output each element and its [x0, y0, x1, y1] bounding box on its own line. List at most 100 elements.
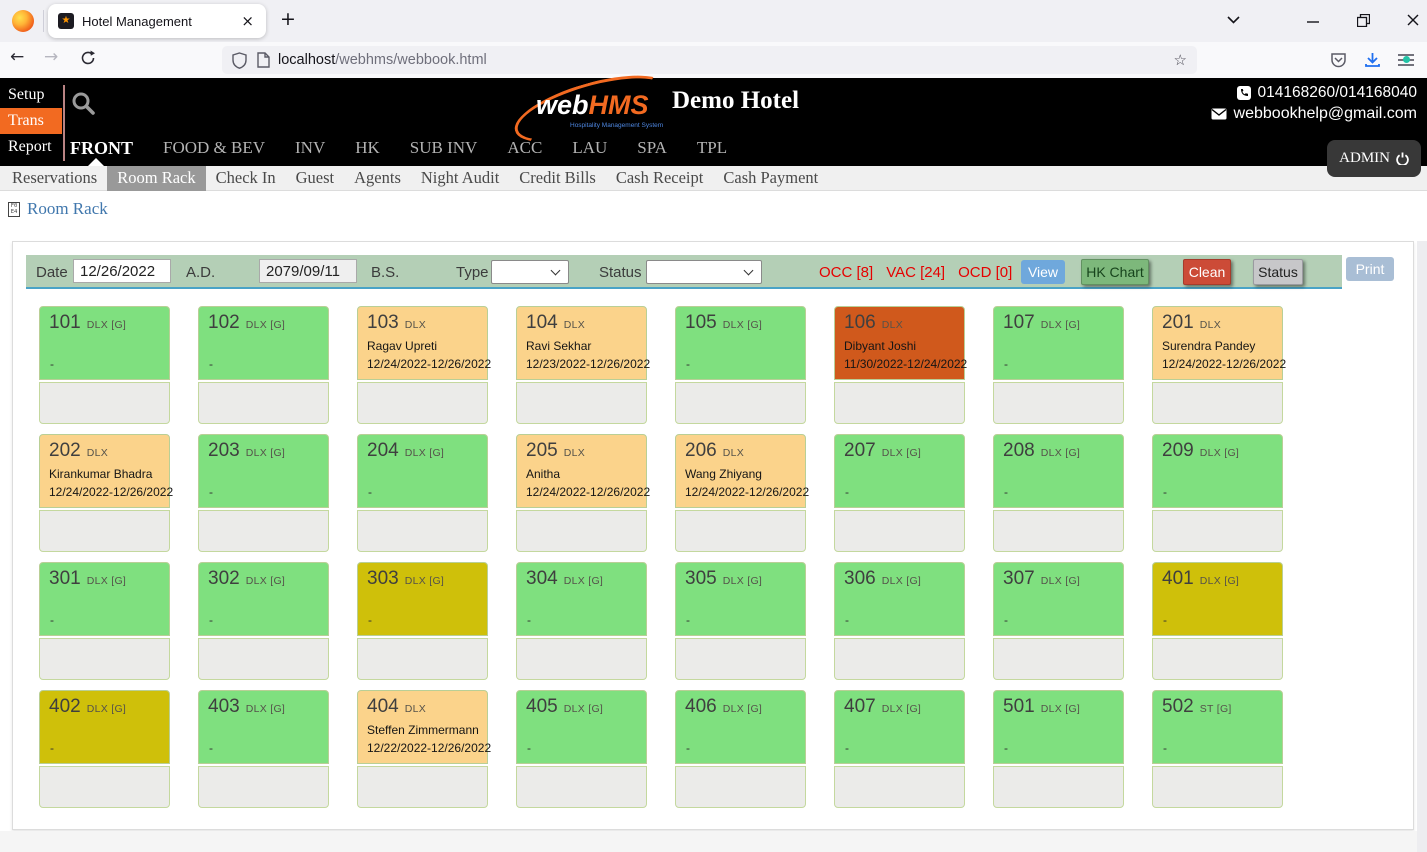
room-status-area[interactable]: 301DLX [G]- [39, 562, 170, 636]
view-button[interactable]: View [1021, 260, 1065, 284]
room-status-area[interactable]: 403DLX [G]- [198, 690, 329, 764]
room-card-405[interactable]: 405DLX [G]- [516, 690, 647, 808]
room-card-207[interactable]: 207DLX [G]- [834, 434, 965, 552]
nav-item-inv[interactable]: INV [295, 138, 325, 159]
room-extra-area[interactable] [1152, 638, 1283, 680]
hk-chart-button[interactable]: HK Chart [1081, 259, 1149, 285]
download-icon[interactable] [1362, 50, 1382, 70]
room-extra-area[interactable] [993, 766, 1124, 808]
nav-item-tpl[interactable]: TPL [697, 138, 727, 159]
room-status-area[interactable]: 209DLX [G]- [1152, 434, 1283, 508]
room-extra-area[interactable] [198, 766, 329, 808]
back-button[interactable]: ← [10, 47, 24, 67]
room-status-area[interactable]: 101DLX [G]- [39, 306, 170, 380]
room-card-407[interactable]: 407DLX [G]- [834, 690, 965, 808]
room-extra-area[interactable] [993, 382, 1124, 424]
firefox-icon[interactable] [12, 10, 34, 32]
room-card-105[interactable]: 105DLX [G]- [675, 306, 806, 424]
side-menu-item-trans[interactable]: Trans [0, 108, 62, 134]
scrollbar-track[interactable] [1417, 241, 1427, 852]
room-status-area[interactable]: 204DLX [G]- [357, 434, 488, 508]
nav-item-acc[interactable]: ACC [507, 138, 542, 159]
nav-item-spa[interactable]: SPA [637, 138, 667, 159]
room-card-401[interactable]: 401DLX [G]- [1152, 562, 1283, 680]
room-extra-area[interactable] [516, 638, 647, 680]
room-status-area[interactable]: 206DLXWang Zhiyang12/24/2022-12/26/2022 [675, 434, 806, 508]
side-menu-item-report[interactable]: Report [0, 134, 62, 160]
room-card-502[interactable]: 502ST [G]- [1152, 690, 1283, 808]
nav-item-hk[interactable]: HK [355, 138, 380, 159]
room-extra-area[interactable] [357, 638, 488, 680]
room-status-area[interactable]: 405DLX [G]- [516, 690, 647, 764]
room-card-301[interactable]: 301DLX [G]- [39, 562, 170, 680]
room-status-area[interactable]: 103DLXRagav Upreti12/24/2022-12/26/2022 [357, 306, 488, 380]
status-button[interactable]: Status [1253, 259, 1303, 285]
room-card-306[interactable]: 306DLX [G]- [834, 562, 965, 680]
nav-item-food-bev[interactable]: FOOD & BEV [163, 138, 265, 159]
room-extra-area[interactable] [834, 638, 965, 680]
bookmark-star-icon[interactable]: ☆ [1174, 51, 1187, 69]
room-card-406[interactable]: 406DLX [G]- [675, 690, 806, 808]
room-card-104[interactable]: 104DLXRavi Sekhar12/23/2022-12/26/2022 [516, 306, 647, 424]
room-extra-area[interactable] [675, 638, 806, 680]
room-extra-area[interactable] [675, 766, 806, 808]
room-status-area[interactable]: 107DLX [G]- [993, 306, 1124, 380]
room-extra-area[interactable] [675, 510, 806, 552]
room-card-107[interactable]: 107DLX [G]- [993, 306, 1124, 424]
room-card-202[interactable]: 202DLXKirankumar Bhadra12/24/2022-12/26/… [39, 434, 170, 552]
subnav-item-check-in[interactable]: Check In [206, 165, 286, 191]
room-status-area[interactable]: 501DLX [G]- [993, 690, 1124, 764]
type-select[interactable] [491, 260, 569, 284]
room-card-404[interactable]: 404DLXSteffen Zimmermann12/22/2022-12/26… [357, 690, 488, 808]
room-extra-area[interactable] [516, 510, 647, 552]
room-extra-area[interactable] [516, 766, 647, 808]
room-extra-area[interactable] [357, 510, 488, 552]
room-extra-area[interactable] [1152, 766, 1283, 808]
room-status-area[interactable]: 404DLXSteffen Zimmermann12/22/2022-12/26… [357, 690, 488, 764]
subnav-item-cash-payment[interactable]: Cash Payment [713, 165, 828, 191]
side-menu-item-setup[interactable]: Setup [0, 82, 62, 108]
room-card-305[interactable]: 305DLX [G]- [675, 562, 806, 680]
new-tab-button[interactable]: + [280, 8, 296, 30]
tab-list-chevron-icon[interactable] [1224, 11, 1242, 29]
subnav-item-guest[interactable]: Guest [286, 165, 345, 191]
room-extra-area[interactable] [834, 766, 965, 808]
room-extra-area[interactable] [1152, 510, 1283, 552]
window-close-button[interactable] [1404, 11, 1422, 29]
room-status-area[interactable]: 105DLX [G]- [675, 306, 806, 380]
url-bar[interactable]: localhost/webhms/webbook.html ☆ [222, 46, 1197, 74]
room-card-206[interactable]: 206DLXWang Zhiyang12/24/2022-12/26/2022 [675, 434, 806, 552]
admin-button[interactable]: ADMIN [1327, 140, 1421, 177]
subnav-item-agents[interactable]: Agents [344, 165, 411, 191]
room-card-304[interactable]: 304DLX [G]- [516, 562, 647, 680]
window-restore-button[interactable] [1354, 11, 1372, 29]
room-status-area[interactable]: 102DLX [G]- [198, 306, 329, 380]
room-card-302[interactable]: 302DLX [G]- [198, 562, 329, 680]
room-card-201[interactable]: 201DLXSurendra Pandey12/24/2022-12/26/20… [1152, 306, 1283, 424]
room-card-403[interactable]: 403DLX [G]- [198, 690, 329, 808]
room-card-103[interactable]: 103DLXRagav Upreti12/24/2022-12/26/2022 [357, 306, 488, 424]
room-status-area[interactable]: 303DLX [G]- [357, 562, 488, 636]
window-minimize-button[interactable] [1304, 11, 1322, 29]
room-status-area[interactable]: 402DLX [G]- [39, 690, 170, 764]
room-status-area[interactable]: 104DLXRavi Sekhar12/23/2022-12/26/2022 [516, 306, 647, 380]
room-extra-area[interactable] [39, 382, 170, 424]
room-status-area[interactable]: 305DLX [G]- [675, 562, 806, 636]
room-status-area[interactable]: 407DLX [G]- [834, 690, 965, 764]
room-status-area[interactable]: 106DLXDibyant Joshi11/30/2022-12/24/2022 [834, 306, 965, 380]
room-status-area[interactable]: 201DLXSurendra Pandey12/24/2022-12/26/20… [1152, 306, 1283, 380]
pocket-icon[interactable] [1328, 50, 1348, 70]
room-extra-area[interactable] [39, 638, 170, 680]
room-status-area[interactable]: 304DLX [G]- [516, 562, 647, 636]
subnav-item-night-audit[interactable]: Night Audit [411, 165, 509, 191]
room-card-208[interactable]: 208DLX [G]- [993, 434, 1124, 552]
room-status-area[interactable]: 406DLX [G]- [675, 690, 806, 764]
room-card-204[interactable]: 204DLX [G]- [357, 434, 488, 552]
browser-tab[interactable]: ★ Hotel Management × [48, 4, 266, 38]
room-extra-area[interactable] [357, 382, 488, 424]
room-card-205[interactable]: 205DLXAnitha12/24/2022-12/26/2022 [516, 434, 647, 552]
room-extra-area[interactable] [834, 510, 965, 552]
room-status-area[interactable]: 302DLX [G]- [198, 562, 329, 636]
tab-close-icon[interactable]: × [239, 12, 256, 30]
room-status-area[interactable]: 203DLX [G]- [198, 434, 329, 508]
